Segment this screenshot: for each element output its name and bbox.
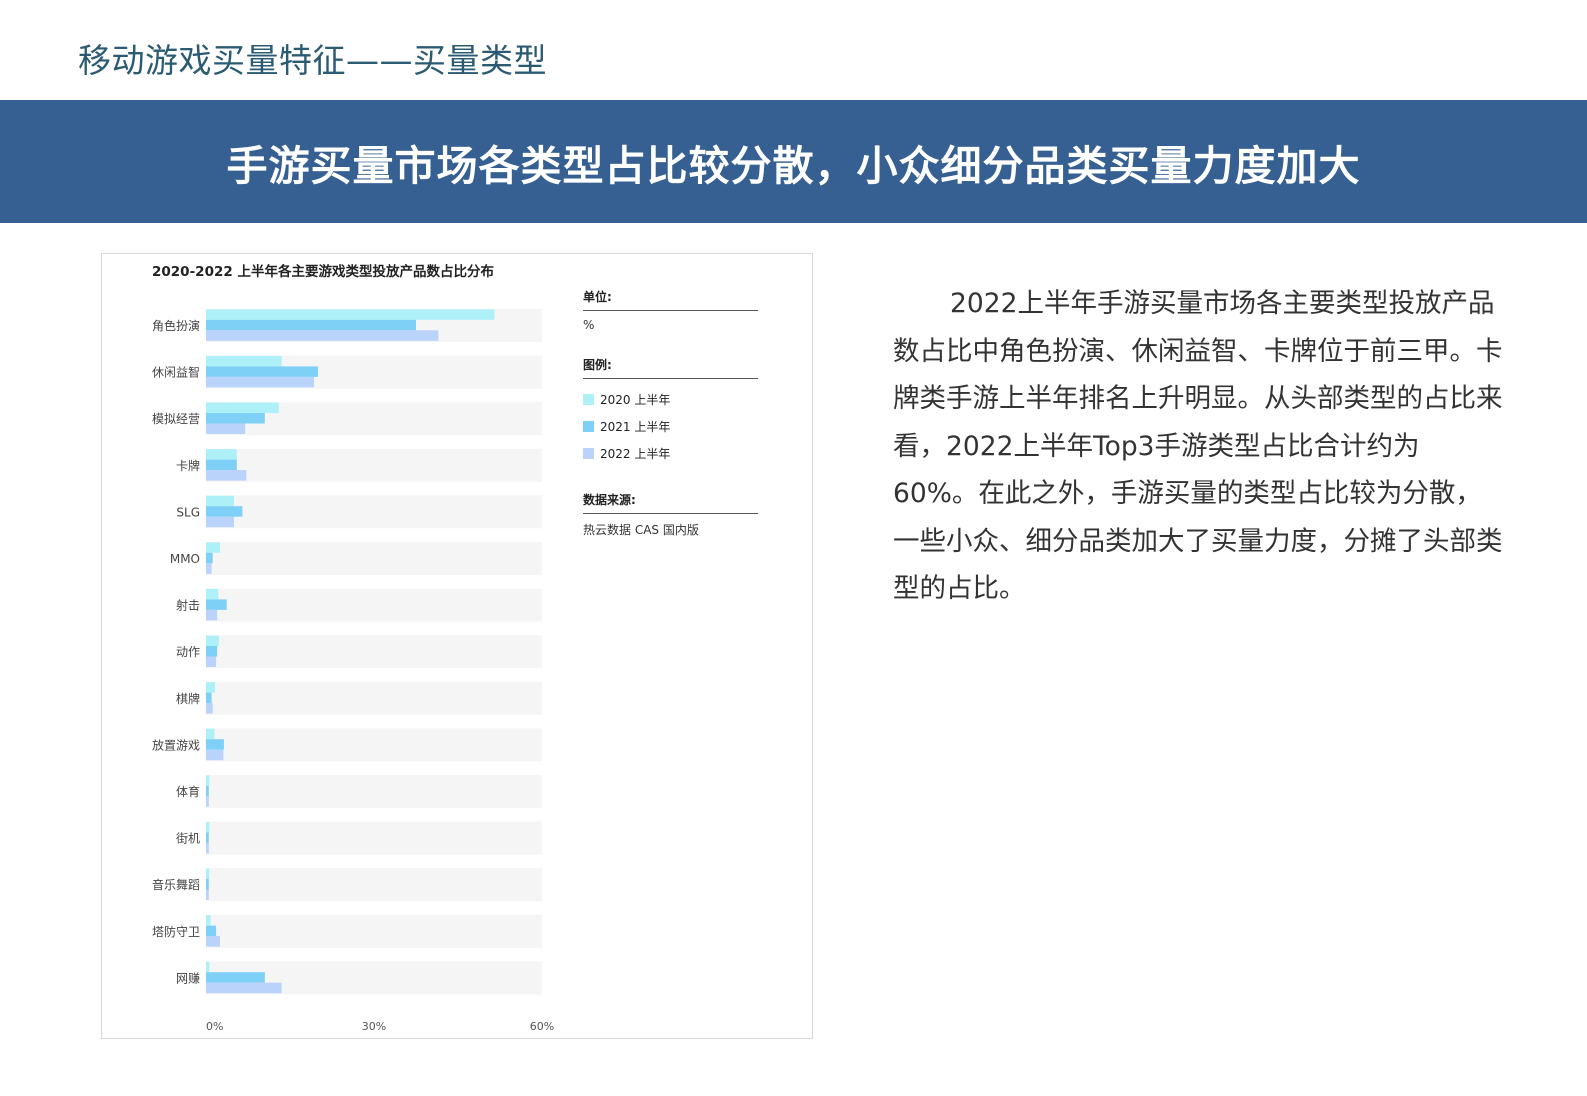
row-background — [206, 495, 542, 529]
chart-legend-panel: 单位: % 图例: 2020 上半年 2021 上半年 2022 上半年 数据来源:… — [583, 288, 758, 562]
bar-3 — [206, 423, 246, 434]
legend-item: 2020 上半年 — [583, 386, 758, 413]
bar-2 — [206, 925, 217, 937]
bar-2 — [206, 832, 209, 843]
bar-2 — [206, 552, 213, 564]
legend-item: 2021 上半年 — [583, 413, 758, 440]
unit-block: 单位: % — [583, 288, 758, 332]
bar-2 — [206, 785, 209, 797]
bar-2 — [206, 879, 209, 890]
bar-3 — [206, 842, 209, 854]
source-value: 热云数据 CAS 国内版 — [583, 523, 699, 537]
category-label: 棋牌 — [176, 692, 200, 706]
bar-3 — [206, 703, 213, 714]
bar-1 — [206, 915, 211, 926]
bar-1 — [206, 821, 210, 833]
legend-swatch — [583, 421, 594, 432]
legend-label: 2021 上半年 — [600, 420, 671, 434]
bar-2 — [206, 366, 318, 377]
source-block: 数据来源: 热云数据 CAS 国内版 — [583, 491, 758, 538]
category-label: 体育 — [176, 784, 200, 799]
bar-1 — [206, 635, 219, 646]
row-background — [206, 821, 542, 855]
row-background — [206, 542, 542, 575]
category-label: 休闲益智 — [152, 365, 200, 380]
legend-label: 2022 上半年 — [600, 447, 671, 461]
legend-items: 2020 上半年 2021 上半年 2022 上半年 — [583, 386, 758, 467]
category-label: 网赚 — [176, 970, 200, 985]
category-label: 模拟经营 — [152, 412, 200, 426]
category-label: 放置游戏 — [152, 737, 200, 752]
legend-block: 图例: 2020 上半年 2021 上半年 2022 上半年 — [583, 356, 758, 467]
bar-3 — [206, 656, 217, 667]
headline-text: 手游买量市场各类型占比较分散，小众细分品类买量力度加大 — [226, 141, 1361, 190]
row-background — [206, 448, 542, 482]
bar-2 — [206, 692, 212, 704]
category-label: 动作 — [176, 645, 200, 659]
row-background — [206, 914, 542, 948]
section-title: 移动游戏买量特征——买量类型 — [78, 41, 547, 80]
category-label: 角色扮演 — [152, 318, 200, 333]
bar-1 — [206, 868, 210, 879]
bar-2 — [206, 739, 224, 750]
legend-swatch — [583, 394, 594, 405]
bar-1 — [206, 309, 495, 320]
x-tick-label: 0% — [206, 1020, 223, 1033]
category-label: 塔防守卫 — [152, 924, 200, 939]
bar-2 — [206, 972, 265, 983]
bar-3 — [206, 936, 220, 947]
bar-2 — [206, 506, 243, 517]
bar-1 — [206, 775, 210, 786]
bar-3 — [206, 749, 224, 761]
chart-title: 2020-2022 上半年各主要游戏类型投放产品数占比分布 — [152, 263, 494, 280]
bar-3 — [206, 982, 282, 994]
category-label: 街机 — [176, 832, 200, 846]
bar-1 — [206, 402, 279, 413]
bar-3 — [206, 796, 209, 807]
bar-3 — [206, 609, 218, 621]
bar-1 — [206, 961, 210, 973]
bar-1 — [206, 449, 237, 460]
bar-1 — [206, 728, 215, 740]
legend-label: 2020 上半年 — [600, 393, 671, 407]
legend-swatch — [583, 448, 594, 459]
unit-value: % — [583, 318, 595, 332]
unit-heading: 单位: — [583, 288, 758, 311]
row-background — [206, 728, 542, 762]
bar-3 — [206, 889, 209, 900]
x-tick-label: 60% — [530, 1020, 554, 1033]
bar-1 — [206, 682, 215, 693]
bar-1 — [206, 542, 220, 553]
category-label: 卡牌 — [176, 459, 200, 473]
row-background — [206, 635, 542, 669]
legend-heading: 图例: — [583, 356, 758, 379]
analysis-paragraph: 2022上半年手游买量市场各主要类型投放产品数占比中角色扮演、休闲益智、卡牌位于… — [893, 288, 1503, 604]
bar-2 — [206, 319, 416, 331]
bar-3 — [206, 516, 234, 528]
bar-3 — [206, 470, 247, 481]
bar-3 — [206, 330, 439, 341]
x-tick-label: 30% — [362, 1020, 386, 1033]
bar-1 — [206, 495, 234, 507]
row-background — [206, 868, 542, 902]
bar-3 — [206, 563, 212, 574]
row-background — [206, 775, 542, 808]
source-heading: 数据来源: — [583, 491, 758, 514]
category-label: SLG — [176, 505, 200, 519]
bar-1 — [206, 355, 282, 367]
bar-2 — [206, 413, 265, 424]
bar-2 — [206, 646, 218, 657]
bar-2 — [206, 599, 227, 610]
row-background — [206, 681, 542, 715]
category-label: 射击 — [176, 598, 200, 613]
legend-item: 2022 上半年 — [583, 440, 758, 467]
category-label: 音乐舞蹈 — [152, 877, 200, 892]
row-background — [206, 588, 542, 622]
bar-2 — [206, 459, 237, 471]
chart-panel: 2020-2022 上半年各主要游戏类型投放产品数占比分布 角色扮演休闲益智模拟经… — [101, 253, 813, 1039]
headline-banner: 手游买量市场各类型占比较分散，小众细分品类买量力度加大 — [0, 100, 1587, 223]
category-label: MMO — [170, 552, 200, 566]
bar-3 — [206, 376, 315, 388]
bar-1 — [206, 588, 219, 600]
